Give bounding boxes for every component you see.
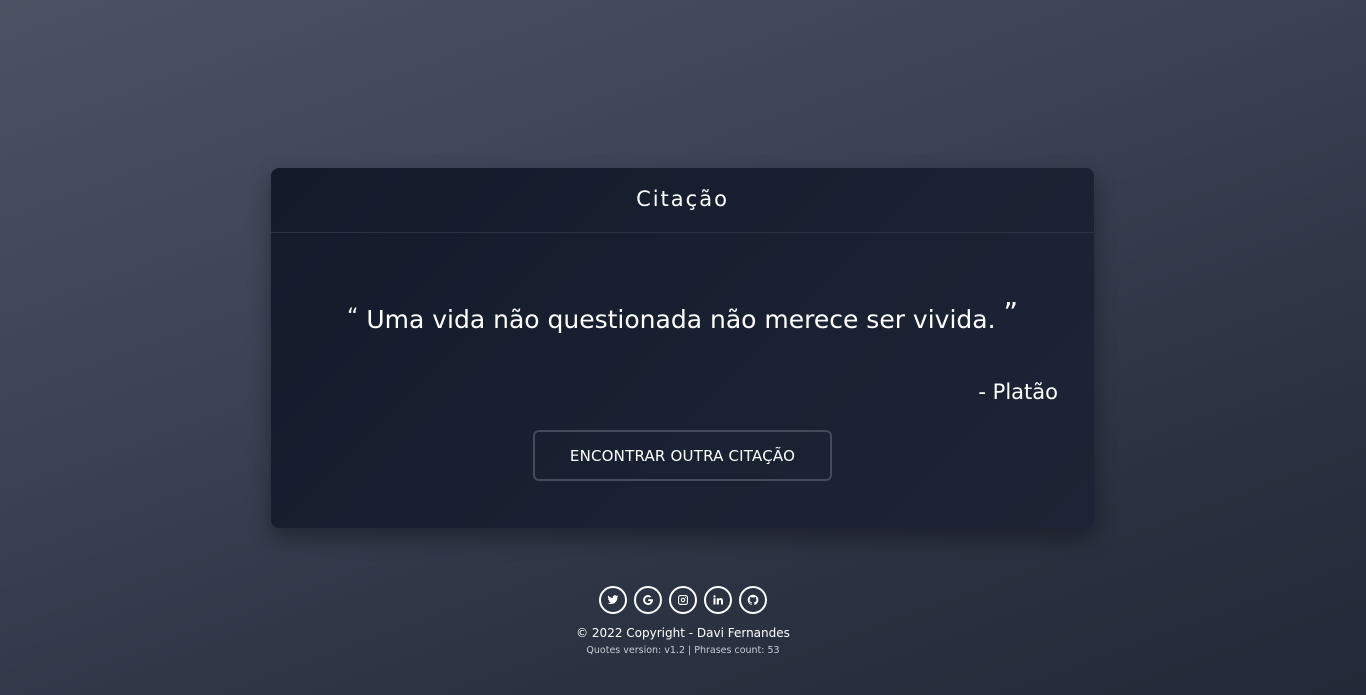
google-link[interactable]: [634, 586, 662, 614]
github-link[interactable]: [739, 586, 767, 614]
google-icon: [643, 595, 653, 605]
quote-text: “ Uma vida não questionada não merece se…: [271, 296, 1094, 335]
linkedin-link[interactable]: [704, 586, 732, 614]
quote-close-mark: ”: [1003, 296, 1019, 329]
linkedin-icon: [713, 595, 723, 605]
version-info: Quotes version: v1.2 | Phrases count: 53: [586, 645, 780, 656]
quote-open-mark: “: [346, 305, 359, 330]
twitter-link[interactable]: [599, 586, 627, 614]
card-title: Citação: [636, 187, 729, 211]
card-header: Citação: [271, 168, 1094, 233]
quote-card: Citação “ Uma vida não questionada não m…: [271, 168, 1094, 528]
twitter-icon: [607, 595, 619, 605]
quote-author: - Platão: [978, 380, 1058, 404]
github-icon: [747, 594, 759, 606]
instagram-link[interactable]: [669, 586, 697, 614]
copyright-text: © 2022 Copyright - Davi Fernandes: [576, 626, 790, 640]
instagram-icon: [678, 595, 688, 605]
new-quote-button[interactable]: ENCONTRAR OUTRA CITAÇÃO: [533, 430, 832, 481]
social-links: [0, 586, 1366, 614]
quote-body: Uma vida não questionada não merece ser …: [366, 305, 996, 334]
